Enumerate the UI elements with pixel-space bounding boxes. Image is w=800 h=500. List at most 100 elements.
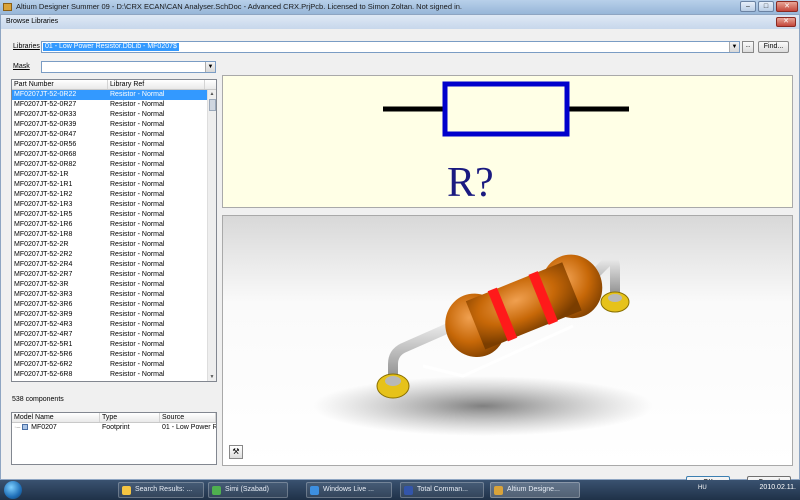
- table-row[interactable]: MF0207JT-52-1R8 Resistor - Normal: [12, 230, 216, 240]
- column-header-type[interactable]: Type: [100, 413, 160, 422]
- library-ref-cell: Resistor - Normal: [110, 121, 165, 128]
- task-simi[interactable]: Simi (Szabad): [208, 482, 288, 498]
- task-search-results[interactable]: Search Results: ...: [118, 482, 204, 498]
- table-row[interactable]: MF0207JT-52-0R27 Resistor - Normal: [12, 100, 216, 110]
- part-number-cell: MF0207JT-52-5R1: [14, 341, 73, 348]
- table-row[interactable]: MF0207JT-52-1R6 Resistor - Normal: [12, 220, 216, 230]
- table-row[interactable]: MF0207JT-52-4R7 Resistor - Normal: [12, 330, 216, 340]
- library-ref-cell: Resistor - Normal: [110, 331, 165, 338]
- mask-input[interactable]: ▼: [41, 61, 216, 73]
- table-row[interactable]: MF0207JT-52-3R Resistor - Normal: [12, 280, 216, 290]
- library-ref-cell: Resistor - Normal: [110, 351, 165, 358]
- library-select-value: 01 - Low Power Resistor.DbLib - MF0207$: [43, 43, 179, 51]
- model-type: Footprint: [102, 424, 130, 431]
- table-row[interactable]: MF0207JT-52-2R Resistor - Normal: [12, 240, 216, 250]
- task-altium-designer[interactable]: Altium Designe...: [490, 482, 580, 498]
- altium-app-icon: [494, 486, 503, 495]
- component-list[interactable]: Part Number Library Ref MF0207JT-52-0R22…: [11, 79, 217, 382]
- table-row[interactable]: MF0207JT-52-0R56 Resistor - Normal: [12, 140, 216, 150]
- library-ref-cell: Resistor - Normal: [110, 201, 165, 208]
- model-list[interactable]: Model Name Type Source ·– MF0207 Footpri…: [11, 412, 217, 465]
- minimize-button[interactable]: –: [740, 1, 756, 12]
- table-row[interactable]: MF0207JT-52-3R3 Resistor - Normal: [12, 290, 216, 300]
- dialog-close-button[interactable]: ✕: [776, 17, 796, 27]
- dialog-title: Browse Libraries: [6, 18, 59, 25]
- table-row[interactable]: MF0207JT-52-1R5 Resistor - Normal: [12, 210, 216, 220]
- scrollbar-thumb[interactable]: [209, 99, 216, 111]
- table-row[interactable]: MF0207JT-52-0R47 Resistor - Normal: [12, 130, 216, 140]
- window-controls: – □ ✕: [740, 1, 798, 12]
- library-options-button[interactable]: ...: [742, 41, 754, 53]
- part-number-cell: MF0207JT-52-0R39: [14, 121, 77, 128]
- library-select[interactable]: 01 - Low Power Resistor.DbLib - MF0207$ …: [41, 41, 740, 53]
- table-row[interactable]: MF0207JT-52-1R1 Resistor - Normal: [12, 180, 216, 190]
- chevron-down-icon[interactable]: ▼: [729, 42, 739, 52]
- table-row[interactable]: MF0207JT-52-3R9 Resistor - Normal: [12, 310, 216, 320]
- wrench-icon[interactable]: ⚒: [229, 445, 243, 459]
- table-row[interactable]: MF0207JT-52-3R6 Resistor - Normal: [12, 300, 216, 310]
- start-button[interactable]: [4, 481, 22, 499]
- part-number-cell: MF0207JT-52-4R7: [14, 331, 73, 338]
- scroll-down-icon[interactable]: ▼: [208, 373, 216, 381]
- model-row[interactable]: ·– MF0207 Footprint 01 - Low Power R: [12, 423, 216, 433]
- table-row[interactable]: MF0207JT-52-0R82 Resistor - Normal: [12, 160, 216, 170]
- library-ref-cell: Resistor - Normal: [110, 241, 165, 248]
- column-header-library-ref[interactable]: Library Ref: [108, 80, 205, 89]
- column-header-model-name[interactable]: Model Name: [12, 413, 100, 422]
- part-number-cell: MF0207JT-52-2R4: [14, 261, 73, 268]
- taskbar: Search Results: ... Simi (Szabad) Window…: [0, 480, 800, 500]
- table-row[interactable]: MF0207JT-52-4R3 Resistor - Normal: [12, 320, 216, 330]
- task-total-commander[interactable]: Total Comman...: [400, 482, 484, 498]
- table-row[interactable]: MF0207JT-52-6R2 Resistor - Normal: [12, 360, 216, 370]
- library-ref-cell: Resistor - Normal: [110, 271, 165, 278]
- library-ref-cell: Resistor - Normal: [110, 361, 165, 368]
- folder-icon: [122, 486, 131, 495]
- chevron-down-icon[interactable]: ▼: [205, 62, 215, 72]
- library-ref-cell: Resistor - Normal: [110, 211, 165, 218]
- maximize-button[interactable]: □: [758, 1, 774, 12]
- find-button[interactable]: Find...: [758, 41, 789, 53]
- part-number-cell: MF0207JT-52-3R: [14, 281, 69, 288]
- table-row[interactable]: MF0207JT-52-1R3 Resistor - Normal: [12, 200, 216, 210]
- footprint-icon: [22, 424, 29, 430]
- table-row[interactable]: MF0207JT-52-2R2 Resistor - Normal: [12, 250, 216, 260]
- library-ref-cell: Resistor - Normal: [110, 261, 165, 268]
- library-ref-cell: Resistor - Normal: [110, 101, 165, 108]
- library-ref-cell: Resistor - Normal: [110, 171, 165, 178]
- part-number-cell: MF0207JT-52-1R3: [14, 201, 73, 208]
- mask-label: Mask: [13, 63, 30, 70]
- table-row[interactable]: MF0207JT-52-0R39 Resistor - Normal: [12, 120, 216, 130]
- table-row[interactable]: MF0207JT-52-0R33 Resistor - Normal: [12, 110, 216, 120]
- close-app-button[interactable]: ✕: [776, 1, 798, 12]
- library-ref-cell: Resistor - Normal: [110, 151, 165, 158]
- table-row[interactable]: MF0207JT-52-2R7 Resistor - Normal: [12, 270, 216, 280]
- component-list-header: Part Number Library Ref: [12, 80, 216, 90]
- table-row[interactable]: MF0207JT-52-0R22 Resistor - Normal: [12, 90, 216, 100]
- table-row[interactable]: MF0207JT-52-1R2 Resistor - Normal: [12, 190, 216, 200]
- table-row[interactable]: MF0207JT-52-2R4 Resistor - Normal: [12, 260, 216, 270]
- table-row[interactable]: MF0207JT-52-6R8 Resistor - Normal: [12, 370, 216, 380]
- symbol-body: [442, 81, 570, 137]
- table-row[interactable]: MF0207JT-52-5R1 Resistor - Normal: [12, 340, 216, 350]
- table-row[interactable]: MF0207JT-52-0R68 Resistor - Normal: [12, 150, 216, 160]
- part-number-cell: MF0207JT-52-1R8: [14, 231, 73, 238]
- task-windows-live[interactable]: Windows Live ...: [306, 482, 392, 498]
- language-indicator[interactable]: HU: [698, 485, 707, 491]
- component-list-scrollbar[interactable]: ▲ ▼: [207, 90, 216, 381]
- column-header-part-number[interactable]: Part Number: [12, 80, 108, 89]
- column-header-source[interactable]: Source: [160, 413, 216, 422]
- part-number-cell: MF0207JT-52-6R2: [14, 361, 73, 368]
- table-row[interactable]: MF0207JT-52-1R Resistor - Normal: [12, 170, 216, 180]
- model-name: MF0207: [31, 424, 57, 431]
- library-ref-cell: Resistor - Normal: [110, 301, 165, 308]
- part-number-cell: MF0207JT-52-0R22: [14, 91, 77, 98]
- scroll-up-icon[interactable]: ▲: [208, 90, 216, 99]
- library-ref-cell: Resistor - Normal: [110, 91, 165, 98]
- part-number-cell: MF0207JT-52-1R: [14, 171, 69, 178]
- part-number-cell: MF0207JT-52-1R5: [14, 211, 73, 218]
- part-number-cell: MF0207JT-52-0R68: [14, 151, 77, 158]
- model-source: 01 - Low Power R: [162, 424, 216, 431]
- table-row[interactable]: MF0207JT-52-5R6 Resistor - Normal: [12, 350, 216, 360]
- chat-icon: [212, 486, 221, 495]
- part-number-cell: MF0207JT-52-3R6: [14, 301, 73, 308]
